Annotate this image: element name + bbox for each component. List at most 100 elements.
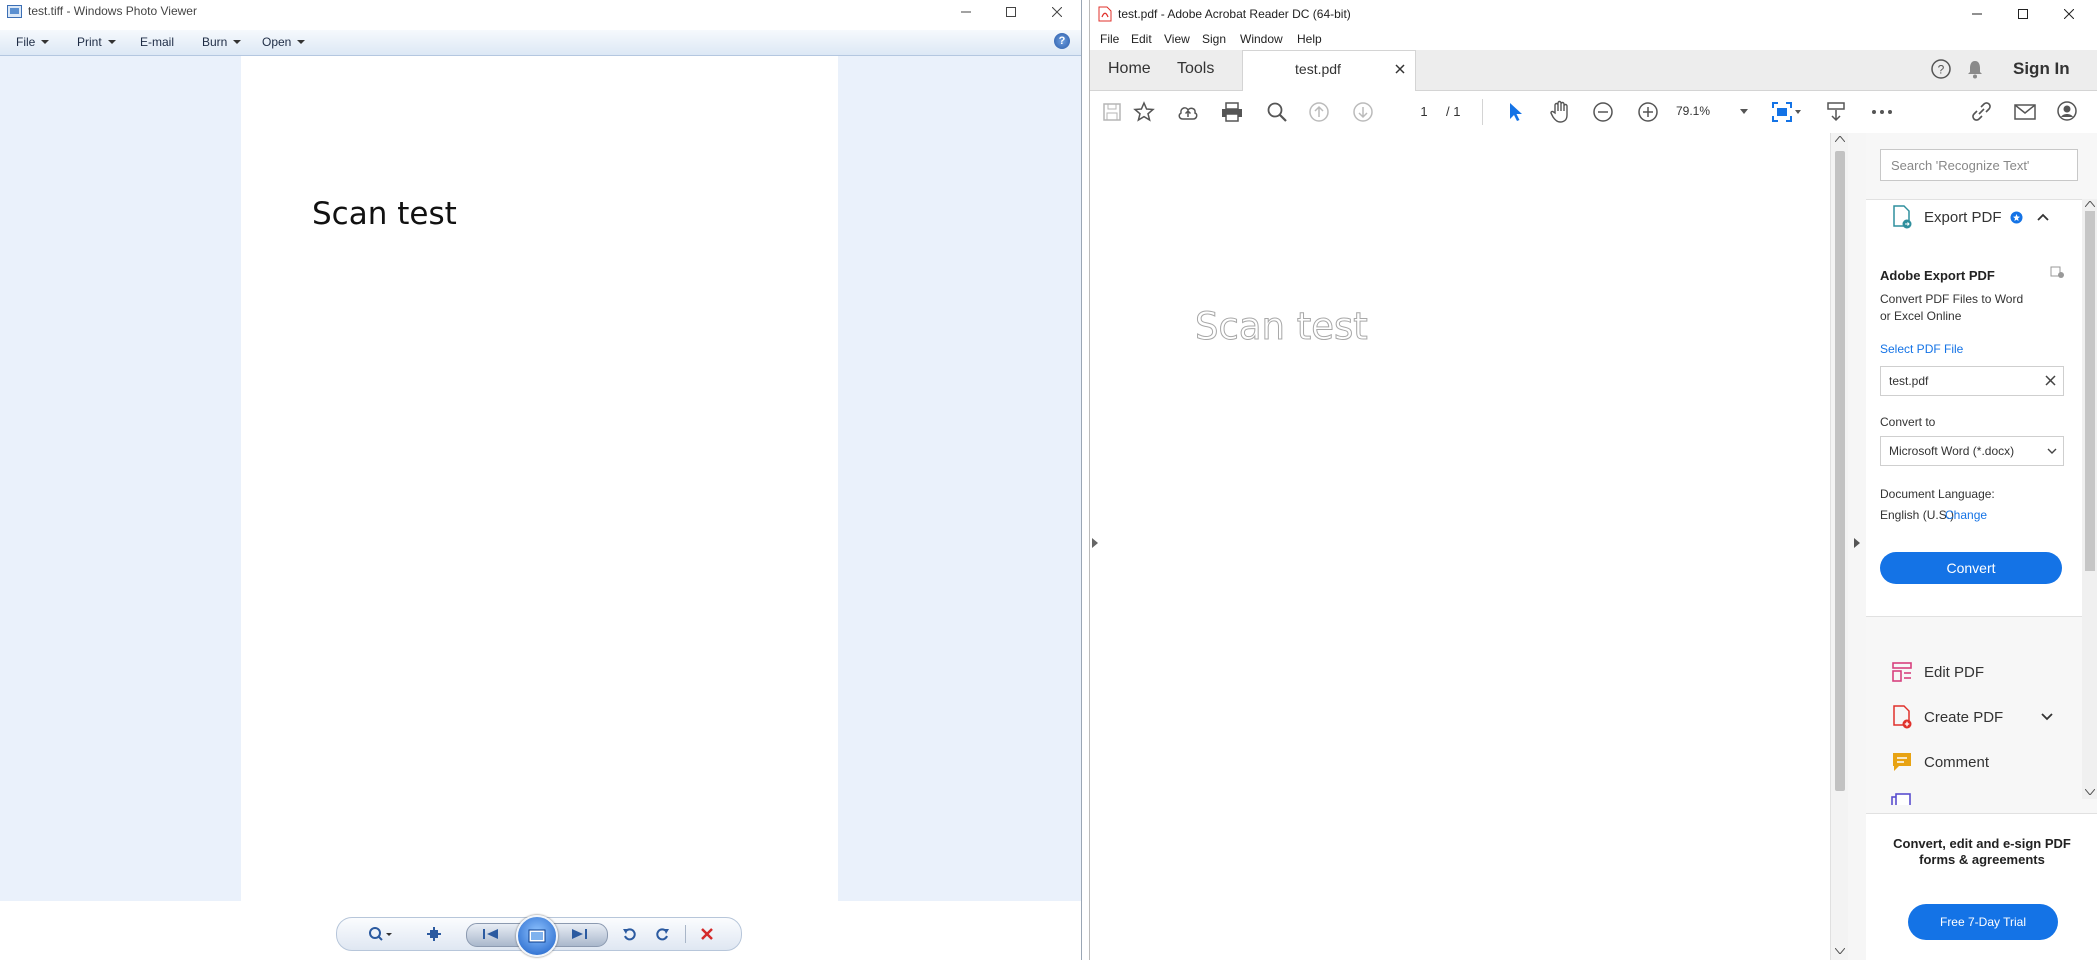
zoom-level-dropdown[interactable]: 79.1%: [1676, 99, 1748, 123]
right-pane-collapse-icon[interactable]: [1854, 538, 1860, 548]
acrobat-close-button[interactable]: [2047, 2, 2091, 25]
menu-edit[interactable]: Edit: [1131, 32, 1152, 46]
acrobat-minimize-button[interactable]: [1955, 2, 1999, 25]
zoom-button[interactable]: [363, 918, 399, 950]
share-link-button[interactable]: [1970, 100, 1994, 124]
acrobat-app-icon: [1098, 6, 1112, 22]
print-button[interactable]: [1220, 100, 1244, 124]
tab-document[interactable]: test.pdf: [1242, 50, 1416, 92]
notifications-button[interactable]: [1966, 59, 1984, 79]
scroll-thumb[interactable]: [2085, 211, 2095, 571]
scroll-down-icon[interactable]: [1835, 948, 1845, 954]
arrow-down-circle-icon: [1353, 102, 1373, 122]
minimize-button[interactable]: [944, 0, 988, 23]
zoom-in-button[interactable]: [1636, 100, 1660, 124]
chevron-up-icon[interactable]: [2036, 213, 2049, 221]
save-button[interactable]: [1100, 100, 1124, 124]
select-pdf-file-link[interactable]: Select PDF File: [1880, 342, 1963, 356]
export-pdf-header[interactable]: Export PDF: [1866, 200, 2082, 234]
remove-file-button[interactable]: [2045, 375, 2056, 386]
free-trial-button[interactable]: Free 7-Day Trial: [1908, 904, 2058, 940]
actual-size-button[interactable]: [420, 918, 448, 950]
tool-create-pdf[interactable]: Create PDF: [1866, 700, 2082, 734]
photo-viewer-window: test.tiff - Windows Photo Viewer File Pr…: [0, 0, 1081, 960]
scroll-mode-icon: [1827, 102, 1845, 122]
slideshow-button[interactable]: [516, 915, 558, 957]
convert-button[interactable]: Convert: [1880, 552, 2062, 584]
tool-comment[interactable]: Comment: [1866, 745, 2082, 779]
next-button[interactable]: [561, 918, 597, 950]
document-scrollbar[interactable]: [1830, 133, 1849, 960]
maximize-button[interactable]: [989, 0, 1033, 23]
menu-print[interactable]: Print: [77, 35, 116, 49]
tab-tools[interactable]: Tools: [1177, 60, 1214, 78]
help-icon[interactable]: ?: [1054, 33, 1070, 49]
scroll-up-icon[interactable]: [1835, 136, 1845, 142]
export-options-icon[interactable]: [2050, 266, 2066, 280]
rotate-left-icon: [623, 928, 636, 941]
selected-file-name: test.pdf: [1889, 374, 1929, 388]
next-icon: [572, 929, 587, 939]
close-icon: [1052, 6, 1062, 17]
scroll-up-icon[interactable]: [2085, 201, 2095, 207]
cloud-upload-icon: [1178, 107, 1198, 120]
sign-in-button[interactable]: Sign In: [2013, 59, 2070, 79]
bookmark-button[interactable]: [1132, 100, 1156, 124]
document-view[interactable]: Scan test: [1090, 133, 1832, 960]
chevron-down-icon[interactable]: [2041, 713, 2053, 721]
menu-help[interactable]: Help: [1297, 32, 1322, 46]
convert-to-select[interactable]: Microsoft Word (*.docx): [1880, 436, 2064, 466]
tools-search-input[interactable]: Search 'Recognize Text': [1880, 149, 2078, 181]
page-number-input[interactable]: 1: [1408, 99, 1440, 125]
close-button[interactable]: [1035, 0, 1079, 23]
chevron-down-icon: [297, 40, 306, 44]
account-button[interactable]: [2056, 100, 2080, 124]
document-language-value: English (U.S.): [1880, 508, 1955, 522]
scroll-thumb[interactable]: [1835, 151, 1845, 791]
export-pdf-icon: [1890, 205, 1914, 229]
previous-page-button[interactable]: [1307, 100, 1331, 124]
rotate-counterclockwise-button[interactable]: [617, 918, 643, 950]
rotate-clockwise-button[interactable]: [649, 918, 675, 950]
close-tab-button[interactable]: [1395, 64, 1405, 74]
scroll-down-icon[interactable]: [2085, 789, 2095, 795]
bell-icon: [1968, 61, 1982, 79]
help-button[interactable]: ?: [1930, 58, 1952, 80]
create-pdf-icon: [1890, 705, 1914, 729]
arrow-up-circle-icon: [1309, 102, 1329, 122]
left-panel-expand-icon[interactable]: [1092, 538, 1098, 548]
previous-button[interactable]: [473, 918, 509, 950]
magnifier-icon: [369, 927, 392, 941]
upload-button[interactable]: [1176, 100, 1200, 124]
page-fit-button[interactable]: [1770, 100, 1804, 124]
tab-home[interactable]: Home: [1108, 60, 1151, 78]
find-button[interactable]: [1265, 100, 1289, 124]
selected-file-box: test.pdf: [1880, 366, 2064, 396]
tool-edit-pdf[interactable]: Edit PDF: [1866, 655, 2082, 689]
select-tool-button[interactable]: [1504, 100, 1528, 124]
menu-email[interactable]: E-mail: [140, 35, 174, 49]
scroll-mode-button[interactable]: [1824, 100, 1848, 124]
menu-file[interactable]: File: [16, 35, 50, 49]
convert-to-label: Convert to: [1880, 415, 1936, 429]
export-description-line2: or Excel Online: [1880, 309, 1962, 323]
change-language-link[interactable]: Change: [1945, 508, 1987, 522]
pane-splitter[interactable]: [1848, 133, 1867, 960]
acrobat-tabbar: Home Tools test.pdf ? Sign In: [1090, 50, 2097, 92]
delete-button[interactable]: [693, 918, 721, 950]
photo-viewer-control-bar: [336, 915, 742, 957]
tools-pane-scrollbar[interactable]: [2082, 199, 2097, 799]
email-button[interactable]: [2013, 100, 2037, 124]
menu-file[interactable]: File: [1100, 32, 1119, 46]
more-tools-button[interactable]: [1870, 100, 1894, 124]
menu-sign[interactable]: Sign: [1202, 32, 1226, 46]
next-page-button[interactable]: [1351, 100, 1375, 124]
menu-view[interactable]: View: [1164, 32, 1190, 46]
menu-burn[interactable]: Burn: [202, 35, 242, 49]
hand-tool-button[interactable]: [1548, 100, 1572, 124]
zoom-out-button[interactable]: [1591, 100, 1615, 124]
acrobat-maximize-button[interactable]: [2001, 2, 2045, 25]
menu-open[interactable]: Open: [262, 35, 306, 49]
promo-section: Convert, edit and e-sign PDF forms & agr…: [1866, 813, 2097, 961]
menu-window[interactable]: Window: [1240, 32, 1283, 46]
